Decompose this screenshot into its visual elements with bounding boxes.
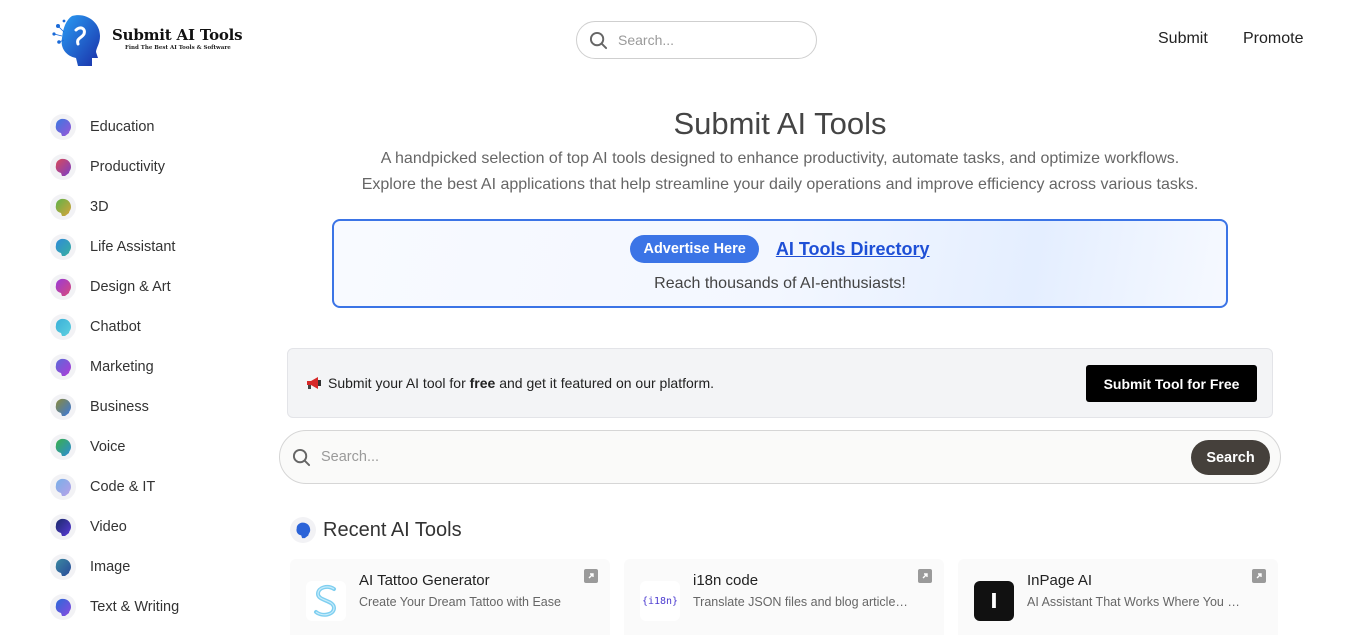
logo-tagline: Find The Best AI Tools & Software: [125, 44, 231, 51]
nav-promote-wrap: Promote: [1243, 30, 1303, 48]
category-head-icon: [50, 594, 76, 620]
nav-submit-wrap: Submit: [1158, 30, 1208, 48]
sidebar-item-label: 3D: [90, 199, 109, 215]
megaphone-icon: [307, 377, 321, 389]
submit-text-bold: free: [469, 375, 496, 391]
header-search-box[interactable]: [576, 21, 817, 59]
sidebar-item-label: Voice: [90, 439, 126, 455]
external-link-icon[interactable]: [1252, 569, 1266, 583]
search-button[interactable]: Search: [1191, 440, 1270, 475]
sidebar-item[interactable]: Education: [50, 107, 250, 147]
sidebar-item[interactable]: Code & IT: [50, 467, 250, 507]
main-search-box[interactable]: Search: [279, 430, 1281, 484]
sidebar-item-label: Image: [90, 559, 131, 575]
tool-card[interactable]: I InPage AI AI Assistant That Works Wher…: [958, 559, 1278, 635]
advertise-subtitle: Reach thousands of AI-enthusiasts!: [654, 275, 906, 292]
category-head-icon: [50, 434, 76, 460]
tool-logo-i18n: {i18n}: [640, 581, 680, 621]
category-head-icon: [50, 474, 76, 500]
submit-tool-text: Submit your AI tool for free and get it …: [306, 375, 714, 391]
tool-logo-tattoo: [306, 581, 346, 621]
search-icon: [292, 448, 311, 466]
external-link-icon[interactable]: [584, 569, 598, 583]
page-subtitle-line-2: Explore the best AI applications that he…: [361, 176, 1199, 193]
category-head-icon: [50, 154, 76, 180]
sidebar-item[interactable]: Text & Writing: [50, 587, 250, 627]
sidebar-item-label: Education: [90, 119, 155, 135]
sidebar-item[interactable]: Design & Art: [50, 267, 250, 307]
tool-card[interactable]: AI Tattoo Generator Create Your Dream Ta…: [290, 559, 610, 635]
sidebar-item-label: Productivity: [90, 159, 165, 175]
nav-promote-link[interactable]: Promote: [1243, 30, 1303, 48]
logo-title: Submit AI Tools: [112, 25, 243, 44]
page-title: Submit AI Tools: [673, 106, 887, 141]
sidebar-item-label: Design & Art: [90, 279, 171, 295]
search-icon: [589, 31, 608, 49]
category-sidebar: Education Productivity 3D Life Assistant Des…: [50, 107, 250, 627]
category-head-icon: [50, 274, 76, 300]
sidebar-item-label: Business: [90, 399, 149, 415]
ai-tools-directory-link[interactable]: AI Tools Directory: [776, 239, 930, 260]
sidebar-item-label: Chatbot: [90, 319, 141, 335]
site-logo[interactable]: Submit AI Tools Find The Best AI Tools &…: [50, 12, 243, 68]
category-head-icon: [50, 114, 76, 140]
section-head-icon: [290, 517, 316, 543]
submit-text-after: and get it featured on our platform.: [495, 375, 715, 391]
header-search-input[interactable]: [618, 32, 798, 48]
external-link-icon[interactable]: [918, 569, 932, 583]
sidebar-item[interactable]: Business: [50, 387, 250, 427]
category-head-icon: [50, 354, 76, 380]
tool-card-title[interactable]: AI Tattoo Generator: [359, 572, 490, 589]
sidebar-item[interactable]: Chatbot: [50, 307, 250, 347]
category-head-icon: [50, 554, 76, 580]
nav-submit-link[interactable]: Submit: [1158, 30, 1208, 48]
sidebar-item-label: Video: [90, 519, 127, 535]
page-subtitle-line-1: A handpicked selection of top AI tools d…: [380, 150, 1180, 167]
site-header: Submit AI Tools Find The Best AI Tools &…: [0, 0, 1346, 82]
tool-card[interactable]: {i18n} i18n code Translate JSON files an…: [624, 559, 944, 635]
advertise-banner[interactable]: Advertise Here AI Tools Directory Reach …: [332, 219, 1228, 308]
tool-card-desc: Translate JSON files and blog articles w…: [693, 595, 913, 609]
sidebar-item[interactable]: Marketing: [50, 347, 250, 387]
tool-card-title[interactable]: i18n code: [693, 572, 758, 589]
tool-logo-inpage: I: [974, 581, 1014, 621]
sidebar-item[interactable]: Image: [50, 547, 250, 587]
tool-card-title[interactable]: InPage AI: [1027, 572, 1092, 589]
sidebar-item[interactable]: 3D: [50, 187, 250, 227]
category-head-icon: [50, 314, 76, 340]
category-head-icon: [50, 194, 76, 220]
sidebar-item[interactable]: Voice: [50, 427, 250, 467]
submit-tool-bar: Submit your AI tool for free and get it …: [287, 348, 1273, 418]
category-head-icon: [50, 234, 76, 260]
advertise-here-badge[interactable]: Advertise Here: [630, 235, 759, 263]
sidebar-item-label: Life Assistant: [90, 239, 176, 255]
category-head-icon: [50, 514, 76, 540]
recent-tools-title: Recent AI Tools: [323, 518, 462, 541]
recent-tools-heading: Recent AI Tools: [290, 517, 462, 543]
sidebar-item[interactable]: Video: [50, 507, 250, 547]
tool-card-desc: AI Assistant That Works Where You Work: [1027, 595, 1247, 609]
tool-card-desc: Create Your Dream Tattoo with Ease: [359, 595, 561, 609]
tool-logo-i18n-text: {i18n}: [641, 595, 679, 607]
logo-head-icon: [52, 15, 100, 66]
sidebar-item-label: Text & Writing: [90, 599, 180, 615]
page-subtitle: A handpicked selection of top AI tools d…: [290, 146, 1270, 198]
sidebar-item[interactable]: Productivity: [50, 147, 250, 187]
sidebar-item[interactable]: Life Assistant: [50, 227, 250, 267]
sidebar-item-label: Marketing: [90, 359, 154, 375]
main-search-input[interactable]: [321, 449, 1171, 465]
submit-tool-free-button[interactable]: Submit Tool for Free: [1086, 365, 1257, 402]
sidebar-item-label: Code & IT: [90, 479, 156, 495]
tool-logo-inpage-text: I: [990, 589, 998, 613]
category-head-icon: [50, 394, 76, 420]
submit-text-before: Submit your AI tool for: [328, 375, 470, 391]
